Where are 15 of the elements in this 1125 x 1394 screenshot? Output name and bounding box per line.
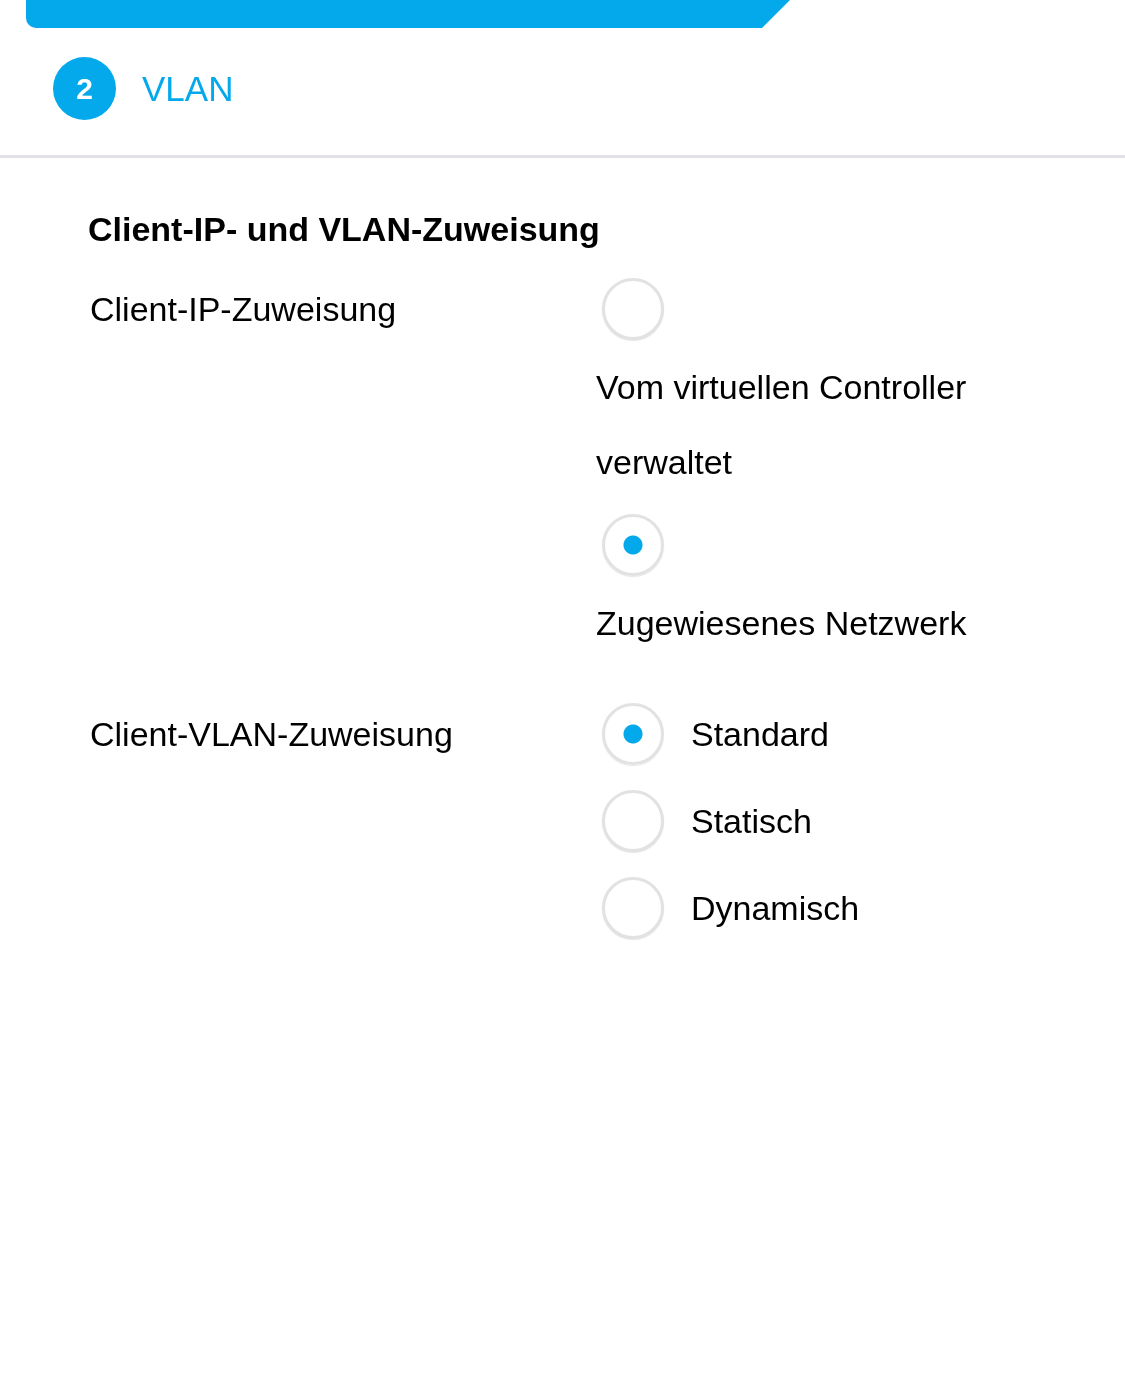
radio-button[interactable] bbox=[602, 703, 664, 765]
radio-button[interactable] bbox=[602, 278, 664, 340]
radio-button[interactable] bbox=[602, 790, 664, 852]
radio-button[interactable] bbox=[602, 514, 664, 576]
option-label: Vom virtuellen Controller verwaltet bbox=[596, 367, 968, 483]
option-label: Zugewiesenes Netzwerk bbox=[596, 603, 967, 644]
step-title: VLAN bbox=[142, 68, 234, 109]
field-label: Client-IP-Zuweisung bbox=[89, 289, 397, 330]
field-label: Client-VLAN-Zuweisung bbox=[89, 714, 453, 755]
step-number-badge: 2 bbox=[53, 57, 116, 120]
option-label: Standard bbox=[691, 714, 829, 754]
option-label: Dynamisch bbox=[691, 888, 860, 928]
radio-button[interactable] bbox=[602, 877, 664, 939]
section-title: Client-IP- und VLAN-Zuweisung bbox=[88, 209, 601, 249]
option-label: Statisch bbox=[691, 801, 812, 841]
